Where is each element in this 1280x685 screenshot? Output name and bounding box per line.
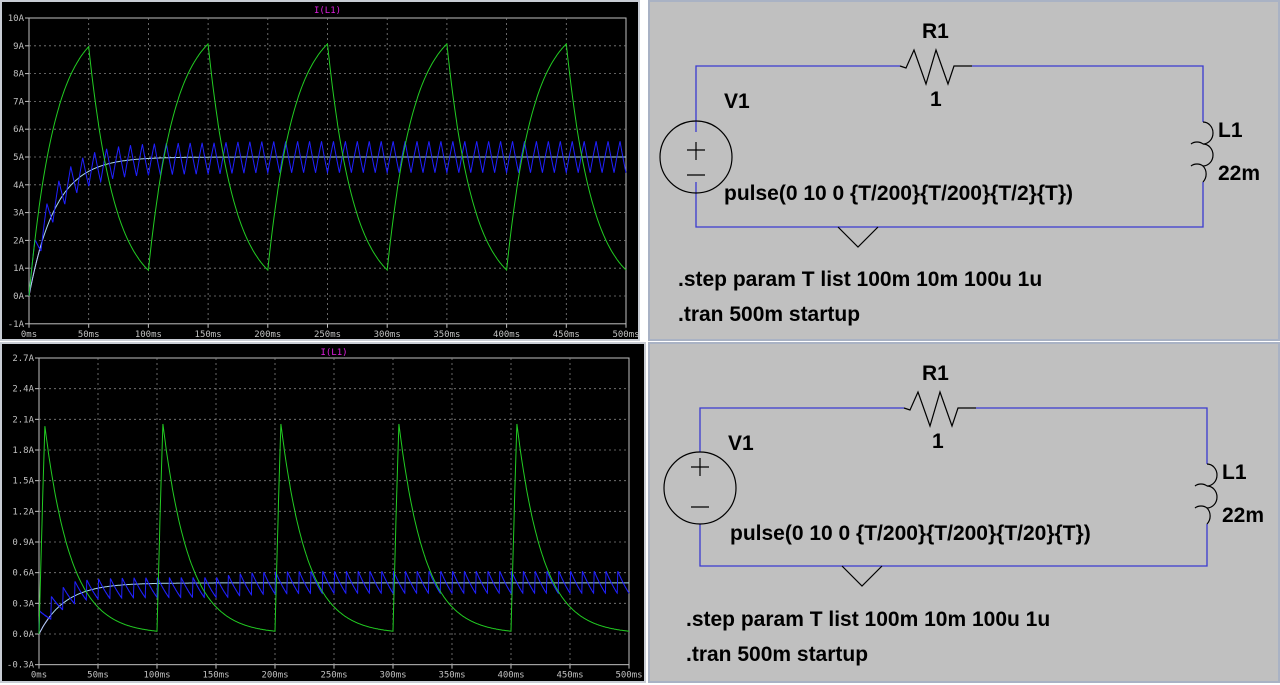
y-tick-label: 2.1A <box>12 415 34 425</box>
x-tick-label: 450ms <box>553 330 580 340</box>
schematic-top[interactable]: R1 1 V1 L1 22m pulse(0 10 0 {T/200}{T/20… <box>648 0 1280 341</box>
y-tick-label: 10A <box>8 14 25 24</box>
schematic-bottom[interactable]: R1 1 V1 L1 22m pulse(0 10 0 {T/200}{T/20… <box>648 342 1280 683</box>
x-tick-label: 100ms <box>135 330 162 340</box>
y-tick-label: 2.4A <box>12 385 34 395</box>
inductor-l1 <box>1194 463 1218 525</box>
y-tick-label: 1.8A <box>12 446 34 456</box>
y-tick-label: 4A <box>13 181 24 191</box>
ground-symbol <box>837 226 879 248</box>
plot-top: I(L1) 0ms 50ms 100ms 150ms 200ms 250ms 300ms 350… <box>8 6 640 340</box>
y-tick-label: 8A <box>13 70 24 80</box>
tran-directive[interactable]: .tran 500m startup <box>686 643 868 667</box>
y-tick-label: 0.9A <box>12 538 34 548</box>
v1-source-value[interactable]: pulse(0 10 0 {T/200}{T/200}{T/2}{T}) <box>724 182 1073 206</box>
x-tick-label: 350ms <box>433 330 460 340</box>
x-tick-label: 450ms <box>556 671 583 681</box>
y-tick-label: 0A <box>13 292 24 302</box>
step-directive[interactable]: .step param T list 100m 10m 100u 1u <box>678 268 1042 292</box>
y-tick-label: 1.5A <box>12 477 34 487</box>
v1-name: V1 <box>724 90 750 113</box>
x-tick-label: 200ms <box>254 330 281 340</box>
y-tick-label: 0.0A <box>12 630 34 640</box>
r1-name: R1 <box>922 362 949 385</box>
x-tick-label: 300ms <box>379 671 406 681</box>
waveform-pane-bottom[interactable]: I(L1) 0ms 50ms 100ms 150ms 200ms 250ms 300ms 350… <box>0 342 646 683</box>
y-tick-label: 2.7A <box>12 354 34 364</box>
l1-name: L1 <box>1218 119 1243 142</box>
x-tick-label: 350ms <box>438 671 465 681</box>
x-tick-label: 500ms <box>612 330 639 340</box>
plot-title: I(L1) <box>320 348 347 358</box>
x-tick-label: 500ms <box>615 671 642 681</box>
y-tick-label: -1A <box>8 320 25 330</box>
l1-value: 22m <box>1218 162 1261 185</box>
x-tick-label: 300ms <box>374 330 401 340</box>
trace-T-100u <box>28 156 626 297</box>
v1-name: V1 <box>728 432 754 455</box>
y-tick-label: 0.3A <box>12 599 34 609</box>
ground-symbol <box>841 565 883 587</box>
x-tick-label: 400ms <box>493 330 520 340</box>
l1-name: L1 <box>1222 461 1247 484</box>
x-tick-label: 50ms <box>78 330 100 340</box>
x-tick-label: 100ms <box>143 671 170 681</box>
x-tick-label: 250ms <box>320 671 347 681</box>
circuit-drawing <box>663 390 1218 587</box>
step-directive[interactable]: .step param T list 100m 10m 100u 1u <box>686 608 1050 632</box>
y-tick-label: 1A <box>13 264 24 274</box>
x-tick-label: 0ms <box>31 671 47 681</box>
r1-value: 1 <box>930 88 942 111</box>
x-tick-label: 250ms <box>314 330 341 340</box>
x-tick-label: 400ms <box>497 671 524 681</box>
resistor-r1 <box>903 390 976 428</box>
inductor-l1 <box>1190 121 1214 183</box>
v1-source-value[interactable]: pulse(0 10 0 {T/200}{T/200}{T/20}{T}) <box>730 522 1091 546</box>
r1-value: 1 <box>932 430 944 453</box>
waveform-pane-top[interactable]: I(L1) 0ms 50ms 100ms 150ms 200ms 250ms 300ms 350… <box>0 0 640 341</box>
y-tick-label: 9A <box>13 42 24 52</box>
y-tick-label: 5A <box>13 153 24 163</box>
y-tick-label: 1.2A <box>12 507 34 517</box>
x-tick-label: 50ms <box>87 671 109 681</box>
x-tick-label: 150ms <box>195 330 222 340</box>
tran-directive[interactable]: .tran 500m startup <box>678 303 860 327</box>
l1-value: 22m <box>1222 504 1265 527</box>
y-tick-label: 3A <box>13 209 24 219</box>
plot-bottom: I(L1) 0ms 50ms 100ms 150ms 200ms 250ms 300ms 350… <box>7 348 643 681</box>
r1-name: R1 <box>922 20 949 43</box>
y-tick-label: 6A <box>13 125 24 135</box>
y-tick-label: 7A <box>13 97 24 107</box>
x-tick-label: 200ms <box>261 671 288 681</box>
resistor-r1 <box>899 48 972 86</box>
y-tick-label: 2A <box>13 236 24 246</box>
plot-title: I(L1) <box>314 6 341 16</box>
y-tick-label: -0.3A <box>7 661 35 671</box>
x-tick-label: 150ms <box>202 671 229 681</box>
y-tick-label: 0.6A <box>12 569 34 579</box>
x-tick-label: 0ms <box>21 330 37 340</box>
